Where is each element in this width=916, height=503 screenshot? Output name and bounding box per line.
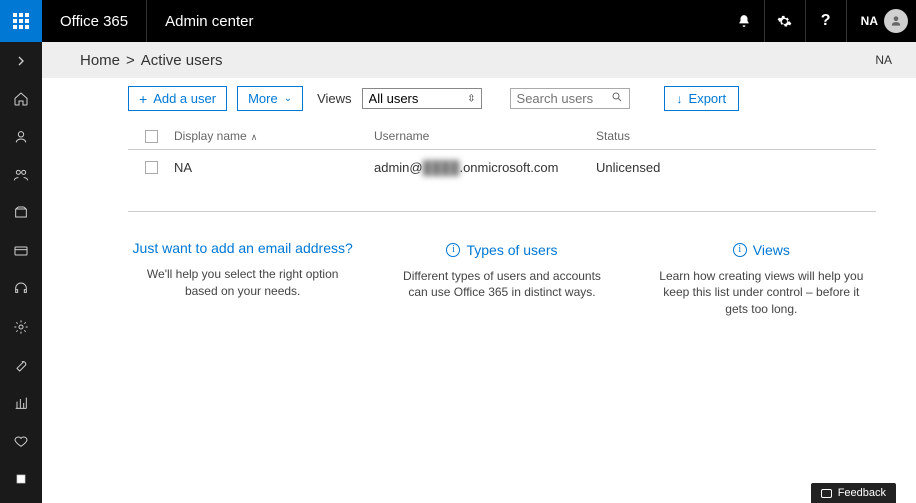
headset-icon xyxy=(13,281,29,297)
settings-button[interactable] xyxy=(765,0,805,42)
main-content: + Add a user More ⌄ Views All users ↓ Ex… xyxy=(42,78,916,503)
nav-home[interactable] xyxy=(0,80,42,118)
info-cards: Just want to add an email address? We'll… xyxy=(128,240,876,318)
add-user-button[interactable]: + Add a user xyxy=(128,86,227,111)
person-icon xyxy=(13,129,29,145)
cell-username: admin@████.onmicrosoft.com xyxy=(374,160,596,175)
feedback-tab[interactable]: Feedback xyxy=(811,483,896,503)
users-table: Display name ∧ Username Status NA admin@█… xyxy=(128,123,876,212)
info-icon: i xyxy=(446,243,460,257)
plus-icon: + xyxy=(139,92,147,106)
card-types-users[interactable]: i Types of users Different types of user… xyxy=(387,240,616,318)
breadcrumb-sep: > xyxy=(126,52,135,69)
username-redacted: ████ xyxy=(423,160,460,175)
add-user-label: Add a user xyxy=(153,91,216,106)
home-icon xyxy=(13,91,29,107)
nav-users[interactable] xyxy=(0,118,42,156)
card-add-email[interactable]: Just want to add an email address? We'll… xyxy=(128,240,357,318)
select-all-checkbox[interactable] xyxy=(145,130,158,143)
feedback-label: Feedback xyxy=(838,487,886,499)
breadcrumb-home[interactable]: Home xyxy=(80,52,120,69)
card-desc: Different types of users and accounts ca… xyxy=(387,268,616,302)
breadcrumb-current: Active users xyxy=(141,52,223,69)
card-title: i Types of users xyxy=(446,242,557,258)
views-label: Views xyxy=(317,91,351,106)
app-title: Admin center xyxy=(147,13,271,30)
nav-support[interactable] xyxy=(0,270,42,308)
heart-icon xyxy=(13,433,29,449)
question-icon: ? xyxy=(821,12,831,30)
chevron-right-icon xyxy=(13,53,29,69)
col-display-name[interactable]: Display name ∧ xyxy=(174,129,374,143)
download-icon: ↓ xyxy=(677,92,683,106)
chart-icon xyxy=(13,395,29,411)
toolbar: + Add a user More ⌄ Views All users ↓ Ex… xyxy=(128,86,876,111)
speech-bubble-icon xyxy=(821,489,832,498)
nav-setup[interactable] xyxy=(0,346,42,384)
notifications-button[interactable] xyxy=(724,0,764,42)
nav-billing[interactable] xyxy=(0,232,42,270)
breadcrumb-right-label: NA xyxy=(875,53,892,67)
people-icon xyxy=(13,167,29,183)
nav-settings[interactable] xyxy=(0,308,42,346)
nav-admin-centers[interactable] xyxy=(0,460,42,498)
left-nav xyxy=(0,42,42,503)
card-title: Just want to add an email address? xyxy=(133,240,353,256)
views-select-wrap: All users xyxy=(362,88,482,109)
app-launcher[interactable] xyxy=(0,0,42,42)
card-views[interactable]: i Views Learn how creating views will he… xyxy=(647,240,876,318)
gear-icon xyxy=(777,14,792,29)
card-desc: We'll help you select the right option b… xyxy=(128,266,357,300)
nav-health[interactable] xyxy=(0,422,42,460)
info-icon: i xyxy=(733,243,747,257)
nav-resources[interactable] xyxy=(0,194,42,232)
export-label: Export xyxy=(689,91,727,106)
card-title-text: Types of users xyxy=(466,242,557,258)
card-icon xyxy=(13,243,29,259)
username-prefix: admin@ xyxy=(374,160,423,175)
gear-icon xyxy=(13,319,29,335)
help-button[interactable]: ? xyxy=(806,0,846,42)
avatar xyxy=(884,9,908,33)
cell-display-name: NA xyxy=(174,160,374,175)
col-username[interactable]: Username xyxy=(374,129,596,143)
app-icon xyxy=(13,471,29,487)
search-icon xyxy=(611,91,623,106)
col-status[interactable]: Status xyxy=(596,129,766,143)
views-select[interactable]: All users xyxy=(362,88,482,109)
search-input[interactable] xyxy=(517,91,607,106)
more-button[interactable]: More ⌄ xyxy=(237,86,303,111)
username-suffix: .onmicrosoft.com xyxy=(459,160,558,175)
nav-expand[interactable] xyxy=(0,42,42,80)
cell-status: Unlicensed xyxy=(596,160,766,175)
user-menu[interactable]: NA xyxy=(847,9,916,33)
more-label: More xyxy=(248,91,278,106)
card-desc: Learn how creating views will help you k… xyxy=(647,268,876,318)
wrench-icon xyxy=(13,357,29,373)
resources-icon xyxy=(13,205,29,221)
search-box[interactable] xyxy=(510,88,630,109)
waffle-icon xyxy=(13,13,29,29)
card-title-text: Just want to add an email address? xyxy=(133,240,353,256)
table-divider xyxy=(128,211,876,212)
card-title: i Views xyxy=(733,242,790,258)
table-row[interactable]: NA admin@████.onmicrosoft.com Unlicensed xyxy=(128,150,876,185)
user-initials: NA xyxy=(861,14,878,28)
brand-label: Office 365 xyxy=(42,13,146,30)
bell-icon xyxy=(737,14,751,28)
sort-asc-icon: ∧ xyxy=(251,132,258,142)
col-display-name-label: Display name xyxy=(174,129,247,143)
row-checkbox[interactable] xyxy=(145,161,158,174)
chevron-down-icon: ⌄ xyxy=(284,93,292,104)
table-header: Display name ∧ Username Status xyxy=(128,123,876,150)
nav-groups[interactable] xyxy=(0,156,42,194)
breadcrumb-bar: Home > Active users NA xyxy=(42,42,916,78)
top-bar: Office 365 Admin center ? NA xyxy=(0,0,916,42)
export-button[interactable]: ↓ Export xyxy=(664,86,740,111)
person-icon xyxy=(889,14,903,28)
nav-reports[interactable] xyxy=(0,384,42,422)
card-title-text: Views xyxy=(753,242,790,258)
